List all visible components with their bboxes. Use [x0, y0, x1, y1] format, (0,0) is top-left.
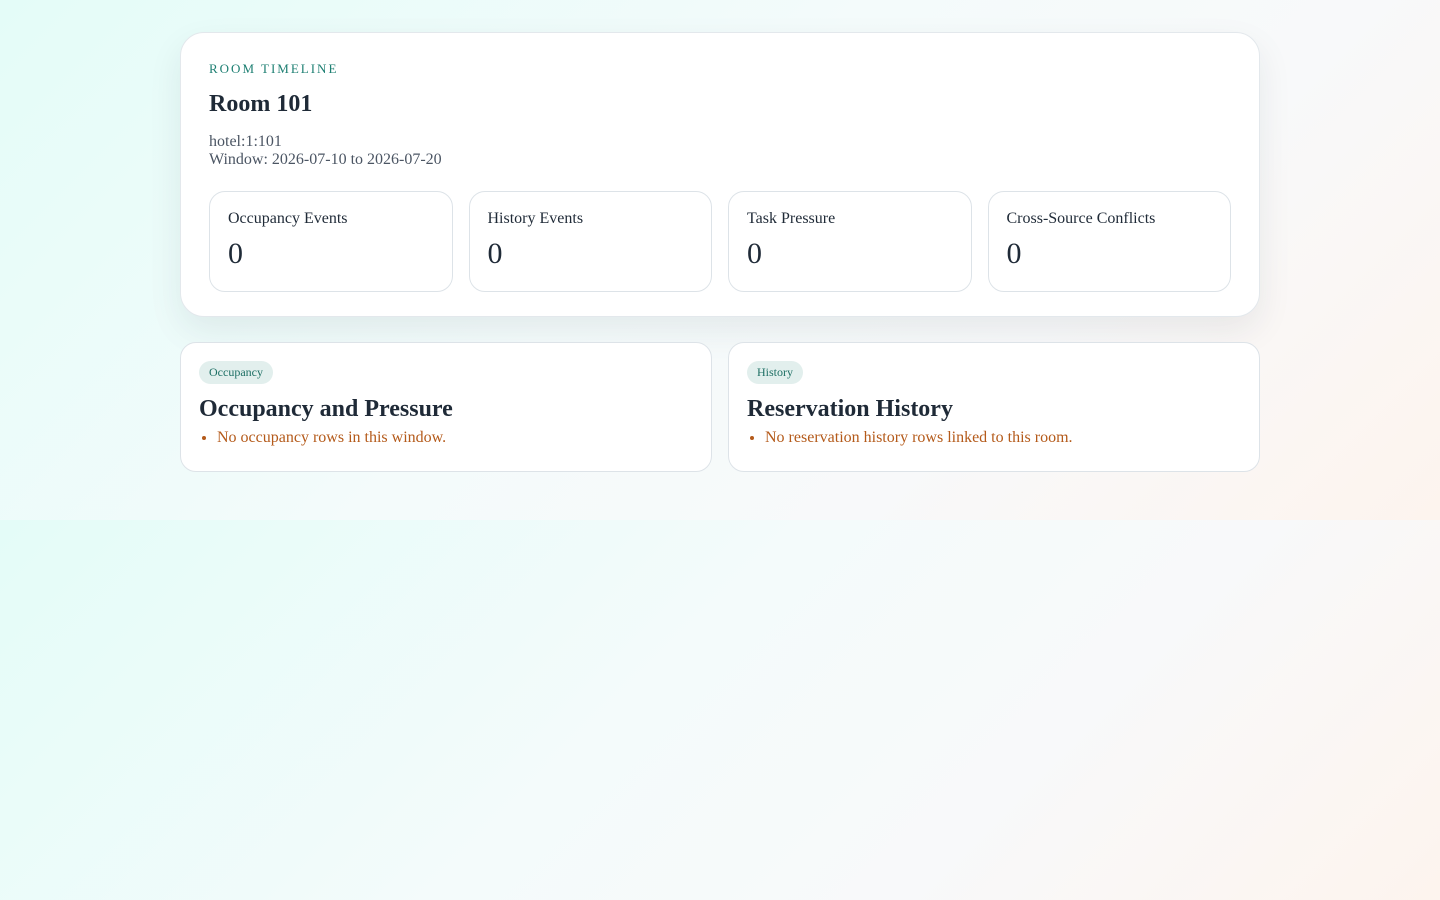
- stat-value: 0: [487, 237, 503, 270]
- stat-card-occupancy-events: Occupancy Events 0: [209, 191, 453, 292]
- history-list: No reservation history rows linked to th…: [747, 428, 1241, 448]
- occupancy-panel-title: Occupancy and Pressure: [199, 396, 453, 422]
- occupancy-chip: Occupancy: [199, 361, 273, 384]
- list-item: No occupancy rows in this window.: [217, 428, 693, 448]
- history-panel-title: Reservation History: [747, 396, 953, 422]
- stat-card-history-events: History Events 0: [468, 191, 712, 292]
- stat-value: 0: [1006, 237, 1022, 270]
- stat-card-task-pressure: Task Pressure 0: [728, 191, 972, 292]
- page-container: ROOM TIMELINE Room 101 hotel:1:101 Windo…: [180, 32, 1260, 472]
- stat-card-cross-source-conflicts: Cross-Source Conflicts 0: [987, 191, 1231, 292]
- page-background-lower: [0, 520, 1440, 900]
- room-id: hotel:1:101: [209, 133, 282, 150]
- history-chip: History: [747, 361, 803, 384]
- occupancy-panel: Occupancy Occupancy and Pressure No occu…: [180, 342, 712, 472]
- room-timeline-card: ROOM TIMELINE Room 101 hotel:1:101 Windo…: [180, 32, 1260, 317]
- date-window: Window: 2026-07-10 to 2026-07-20: [209, 151, 442, 168]
- history-panel: History Reservation History No reservati…: [728, 342, 1260, 472]
- stat-label: Cross-Source Conflicts: [1006, 210, 1156, 227]
- list-item: No reservation history rows linked to th…: [765, 428, 1241, 448]
- stat-label: Task Pressure: [747, 210, 836, 227]
- room-meta: hotel:1:101 Window: 2026-07-10 to 2026-0…: [209, 133, 1231, 169]
- stat-label: Occupancy Events: [228, 210, 348, 227]
- section-eyebrow: ROOM TIMELINE: [209, 61, 339, 76]
- page-title: Room 101: [209, 91, 313, 117]
- stats-row: Occupancy Events 0 History Events 0 Task…: [209, 191, 1231, 292]
- panels-row: Occupancy Occupancy and Pressure No occu…: [180, 342, 1260, 472]
- stat-label: History Events: [487, 210, 584, 227]
- stat-value: 0: [228, 237, 243, 270]
- occupancy-list: No occupancy rows in this window.: [199, 428, 693, 448]
- stat-value: 0: [747, 237, 762, 270]
